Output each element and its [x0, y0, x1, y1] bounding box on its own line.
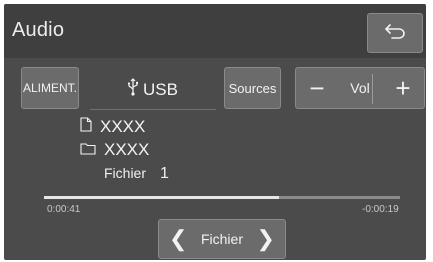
folder-row: XXXX: [80, 140, 149, 160]
back-arrow-icon: [384, 23, 406, 44]
volume-control: − Vol +: [295, 67, 425, 109]
aliment-button[interactable]: ALIMENT.: [21, 67, 79, 109]
back-button[interactable]: [367, 13, 423, 53]
progress-bar[interactable]: [44, 196, 400, 199]
document-icon: [80, 117, 100, 137]
sources-button[interactable]: Sources: [224, 67, 281, 109]
remaining-time: -0:00:19: [362, 204, 399, 215]
volume-label: Vol: [350, 80, 370, 96]
usb-icon: [127, 78, 139, 101]
progress-fill: [44, 196, 279, 199]
file-nav-label: Fichier: [200, 231, 243, 247]
next-file-button[interactable]: ❯: [257, 228, 275, 250]
previous-file-button[interactable]: ❮: [169, 228, 187, 250]
file-label: Fichier: [104, 165, 147, 181]
volume-up-button[interactable]: +: [392, 75, 414, 101]
folder-name: XXXX: [104, 140, 150, 159]
source-divider: [90, 109, 216, 110]
folder-icon: [80, 140, 104, 160]
file-number: 1: [160, 165, 169, 182]
file-navigation: ❮ Fichier ❯: [158, 219, 286, 259]
file-number-row: Fichier 1: [104, 165, 169, 183]
page-title: Audio: [12, 19, 65, 41]
audio-screen: Audio ALIMENT. USB Sources − Vol + XXXX …: [4, 4, 426, 260]
volume-down-button[interactable]: −: [306, 75, 328, 101]
elapsed-time: 0:00:41: [47, 204, 81, 215]
track-title: XXXX: [100, 117, 146, 136]
volume-divider: [372, 74, 373, 104]
source-name: USB: [143, 79, 178, 99]
top-bar: Audio: [4, 4, 426, 58]
source-indicator: USB: [127, 78, 178, 101]
track-title-row: XXXX: [80, 117, 145, 137]
